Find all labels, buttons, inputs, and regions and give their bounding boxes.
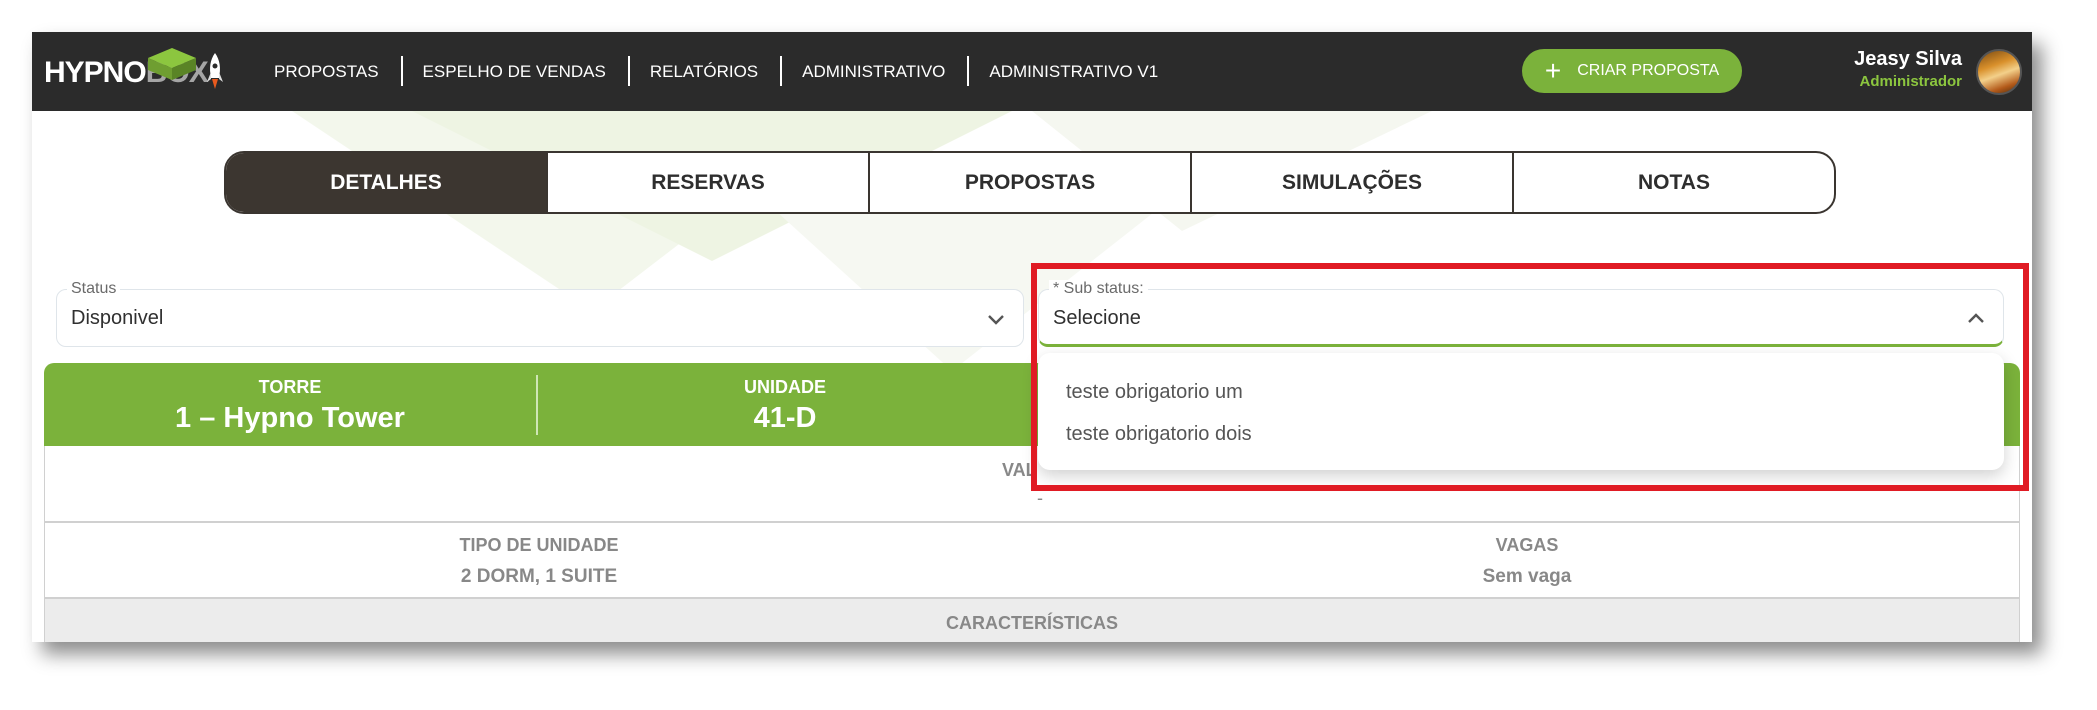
sub-status-dropdown: teste obrigatorio um teste obrigatorio d… (1038, 353, 2004, 470)
user-info[interactable]: Jeasy Silva Administrador (1854, 48, 1962, 90)
unidade-value: 41-D (753, 402, 817, 434)
main-nav: PROPOSTAS ESPELHO DE VENDAS RELATÓRIOS A… (252, 32, 1180, 111)
top-navbar: HYPNOBOX PROPOSTAS ESPELHO DE VENDAS REL… (32, 32, 2032, 111)
status-select[interactable]: Status Disponivel (56, 280, 1024, 347)
caracteristicas-label: CARACTERÍSTICAS (945, 613, 1118, 633)
nav-item-administrativo-v1[interactable]: ADMINISTRATIVO V1 (967, 55, 1180, 86)
vagas-value: Sem vaga (1482, 566, 1572, 587)
chevron-up-icon (1968, 313, 1984, 323)
nav-item-relatorios[interactable]: RELATÓRIOS (627, 55, 780, 86)
nav-item-espelho-de-vendas[interactable]: ESPELHO DE VENDAS (400, 55, 628, 86)
tipo-label: TIPO DE UNIDADE (459, 535, 619, 555)
tab-propostas[interactable]: PROPOSTAS (868, 153, 1190, 212)
user-role: Administrador (1859, 73, 1962, 90)
status-label: Status (67, 280, 121, 298)
sub-status-label: * Sub status: (1049, 280, 1148, 298)
tab-notas[interactable]: NOTAS (1512, 153, 1834, 212)
sub-status-value: Selecione (1053, 307, 1141, 329)
valor-value: - (1037, 488, 1043, 508)
unidade-cell: UNIDADE 41-D (538, 377, 1032, 435)
caracteristicas-section[interactable]: CARACTERÍSTICAS (44, 598, 2020, 642)
create-proposal-label: CRIAR PROPOSTA (1577, 62, 1720, 79)
dropdown-option[interactable]: teste obrigatorio um (1066, 381, 1243, 404)
tipo-value: 2 DORM, 1 SUITE (460, 566, 618, 587)
nav-item-administrativo[interactable]: ADMINISTRATIVO (780, 55, 967, 86)
sub-status-select[interactable]: * Sub status: Selecione (1038, 280, 2004, 347)
vagas-label: VAGAS (1495, 535, 1559, 555)
torre-label: TORRE (258, 377, 322, 397)
vagas-cell: VAGAS Sem vaga (1033, 535, 2021, 588)
unidade-label: UNIDADE (743, 377, 826, 397)
tab-simulacoes[interactable]: SIMULAÇÕES (1190, 153, 1512, 212)
dropdown-option[interactable]: teste obrigatorio dois (1066, 423, 1252, 446)
torre-cell: TORRE 1 – Hypno Tower (44, 377, 536, 435)
app-window: HYPNOBOX PROPOSTAS ESPELHO DE VENDAS REL… (32, 32, 2032, 642)
status-value: Disponivel (71, 307, 164, 329)
tipo-cell: TIPO DE UNIDADE 2 DORM, 1 SUITE (45, 535, 1033, 588)
detail-tabs: DETALHES RESERVAS PROPOSTAS SIMULAÇÕES N… (224, 151, 1836, 214)
tab-detalhes[interactable]: DETALHES (226, 153, 546, 212)
chevron-down-icon (988, 315, 1004, 325)
tab-reservas[interactable]: RESERVAS (546, 153, 868, 212)
user-name: Jeasy Silva (1854, 48, 1962, 70)
rocket-icon (207, 53, 223, 89)
create-proposal-button[interactable]: + CRIAR PROPOSTA (1522, 49, 1742, 93)
details-row: TIPO DE UNIDADE 2 DORM, 1 SUITE VAGAS Se… (44, 522, 2020, 598)
plus-icon: + (1544, 55, 1562, 86)
nav-item-propostas[interactable]: PROPOSTAS (252, 62, 401, 82)
torre-value: 1 – Hypno Tower (175, 402, 405, 434)
avatar[interactable] (1976, 49, 2022, 95)
cube-icon (148, 48, 196, 80)
valor-label: VAL (1002, 460, 1037, 480)
brand-logo[interactable]: HYPNOBOX (44, 46, 234, 96)
